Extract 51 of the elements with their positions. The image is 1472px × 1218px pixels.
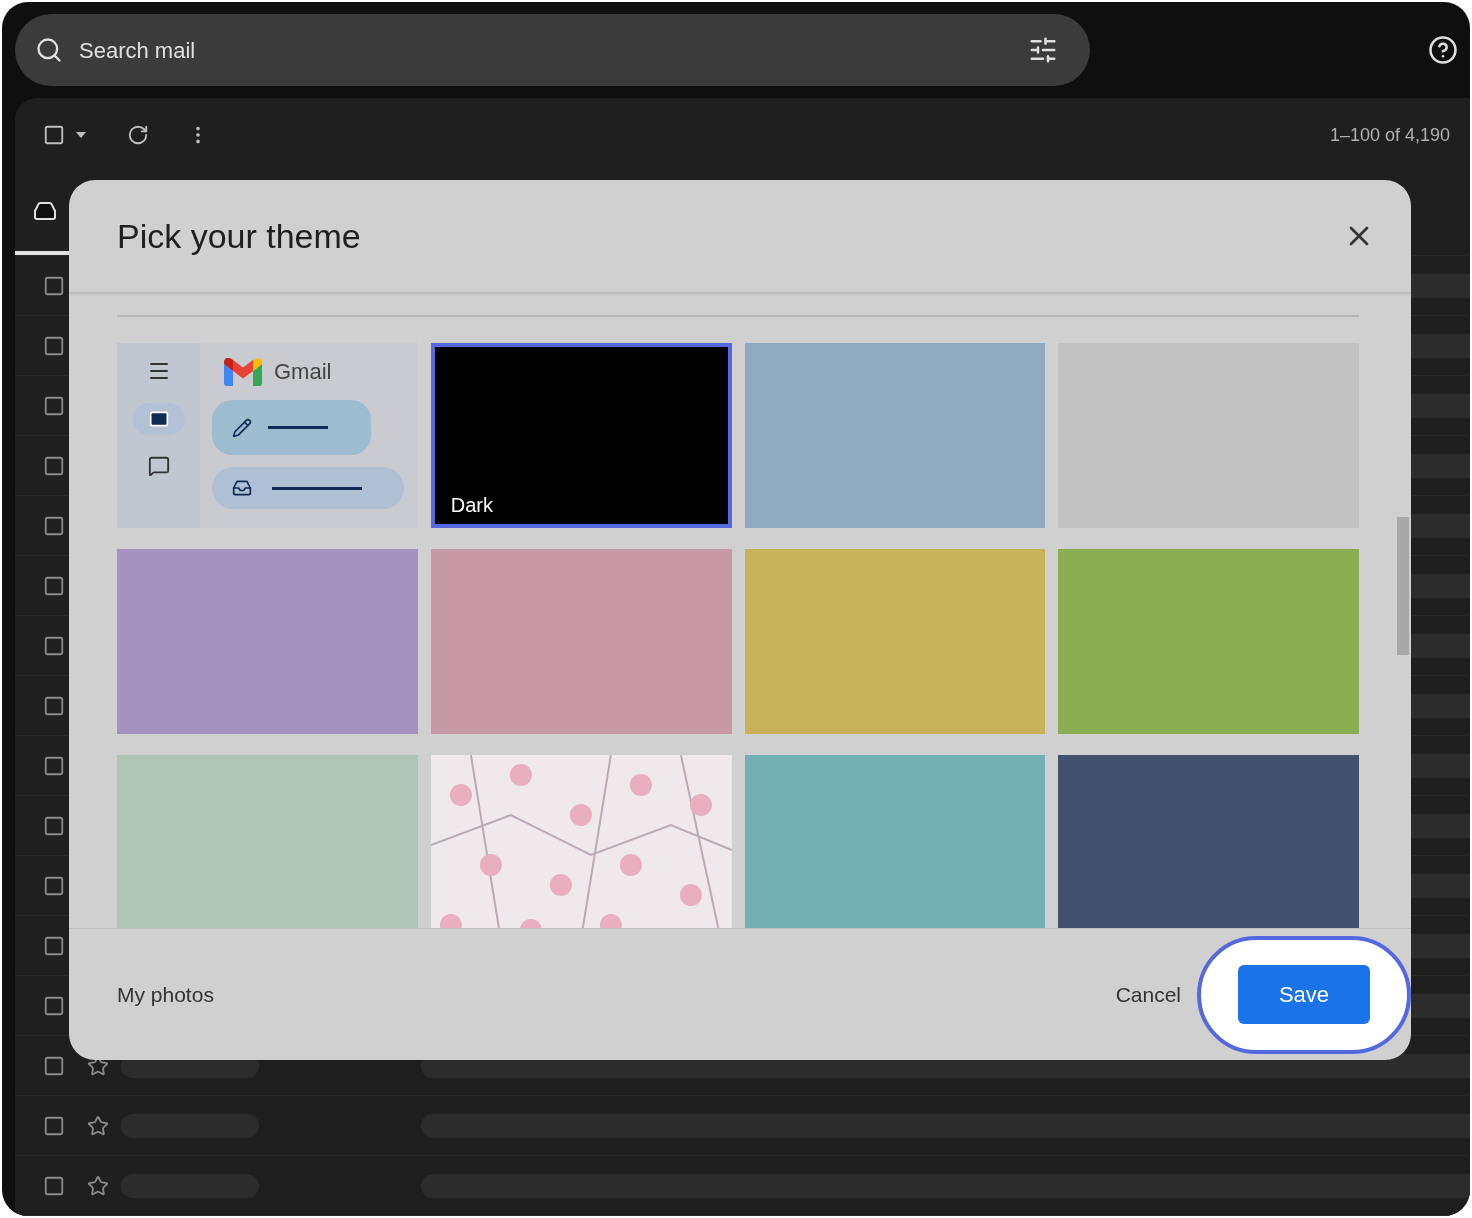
- my-photos-link[interactable]: My photos: [117, 978, 214, 1011]
- checkbox[interactable]: [43, 274, 65, 297]
- theme-tile[interactable]: [1058, 549, 1359, 734]
- theme-tile[interactable]: Gmail: [117, 343, 418, 528]
- brand-name: Gmail: [274, 358, 332, 386]
- search-input[interactable]: Search mail: [79, 33, 1012, 67]
- caret-icon[interactable]: [75, 131, 87, 139]
- theme-tile[interactable]: [430, 549, 732, 734]
- cancel-button[interactable]: Cancel: [1115, 978, 1181, 1011]
- theme-tile[interactable]: [744, 755, 1046, 928]
- theme-tile[interactable]: [117, 755, 418, 928]
- help-icon[interactable]: [1428, 35, 1458, 65]
- theme-tile[interactable]: [744, 343, 1046, 528]
- checkbox[interactable]: [43, 934, 65, 957]
- checkbox[interactable]: [43, 634, 65, 657]
- chat-icon: [147, 455, 170, 477]
- checkbox[interactable]: [43, 514, 65, 537]
- checkbox[interactable]: [43, 1114, 65, 1137]
- checkbox[interactable]: [43, 1054, 65, 1077]
- dialog-title: Pick your theme: [117, 215, 361, 257]
- checkbox[interactable]: [43, 694, 65, 717]
- star-icon[interactable]: [87, 1174, 109, 1197]
- inbox-icon: [232, 478, 252, 498]
- refresh-icon[interactable]: [127, 124, 149, 146]
- inbox-icon: [33, 199, 57, 223]
- theme-tile[interactable]: [117, 549, 418, 734]
- theme-tile[interactable]: [744, 549, 1046, 734]
- pencil-icon: [232, 417, 252, 438]
- checkbox[interactable]: [43, 574, 65, 597]
- theme-label: Dark: [449, 493, 493, 518]
- star-icon[interactable]: [87, 1114, 109, 1137]
- theme-tile[interactable]: Dark: [430, 343, 732, 528]
- checkbox[interactable]: [43, 454, 65, 477]
- checkbox[interactable]: [43, 814, 65, 837]
- placeholder-line: [268, 426, 328, 429]
- gmail-logo-icon: [224, 357, 262, 386]
- checkbox[interactable]: [43, 994, 65, 1017]
- select-all-checkbox[interactable]: [43, 124, 65, 146]
- checkbox[interactable]: [43, 1174, 65, 1197]
- search-field[interactable]: Search mail: [15, 14, 1090, 86]
- save-button[interactable]: Save: [1238, 965, 1370, 1024]
- search-icon: [35, 36, 63, 64]
- theme-tile[interactable]: [1058, 755, 1359, 928]
- checkbox[interactable]: [43, 874, 65, 897]
- page-range: 1–100 of 4,190: [1329, 123, 1450, 147]
- scrollbar-thumb[interactable]: [1397, 517, 1409, 655]
- checkbox[interactable]: [43, 394, 65, 417]
- mail-icon: [148, 409, 169, 429]
- checkbox[interactable]: [43, 754, 65, 777]
- checkbox[interactable]: [43, 334, 65, 357]
- filter-icon[interactable]: [1028, 35, 1058, 65]
